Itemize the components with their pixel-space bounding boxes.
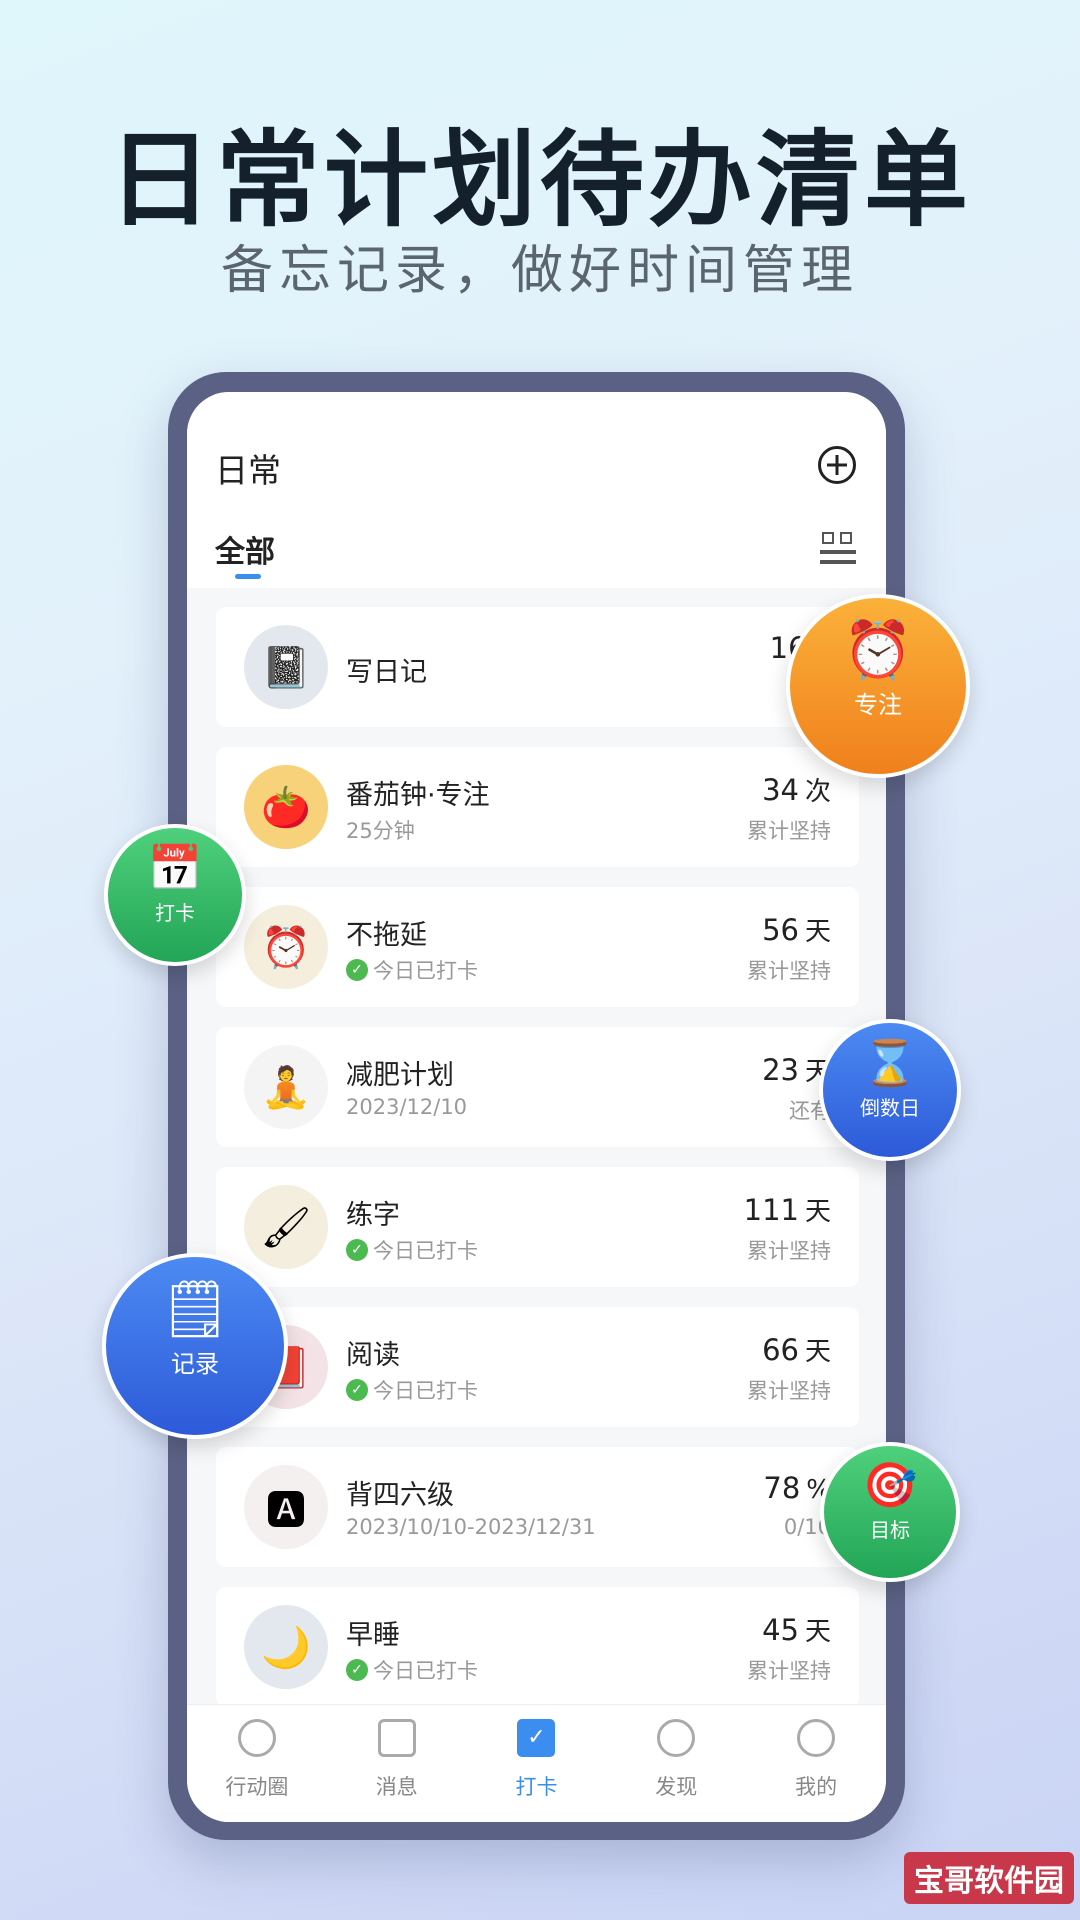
nav-label: 发现 [655, 1775, 698, 1799]
habit-name: 练字 [346, 1200, 400, 1231]
bottom-nav: 行动圈 消息 ✓ 打卡 发现 我的 [187, 1704, 886, 1822]
nav-label: 行动圈 [225, 1775, 289, 1799]
habit-card[interactable]: 🖌 练字 ✓ 今日已打卡 111 天 累计坚持 [216, 1167, 859, 1287]
message-icon [377, 1719, 416, 1757]
habit-value: 111 天 [743, 1193, 831, 1227]
chat-bubble-icon [237, 1719, 276, 1757]
add-icon[interactable] [818, 446, 856, 484]
habit-name: 阅读 [346, 1340, 400, 1371]
tab-indicator [235, 574, 261, 579]
habit-value: 66 天 [762, 1333, 831, 1367]
notebook-icon: 📓 [244, 625, 328, 709]
alarm-clock-icon: ⏰ [244, 905, 328, 989]
check-icon: ✓ [346, 1379, 368, 1401]
habit-sub: ✓ 今日已打卡 [346, 955, 478, 985]
habit-value: 45 天 [762, 1613, 831, 1647]
record-bubble: 🗒 记录 [102, 1253, 288, 1439]
habit-name: 减肥计划 [346, 1060, 454, 1091]
habit-card[interactable]: 🅰 背四六级 2023/10/10-2023/12/31 78% 0/10 [216, 1447, 859, 1567]
checkin-bubble: 📅 打卡 [104, 824, 246, 966]
hourglass-icon: ⌛ [862, 1037, 918, 1089]
check-icon: ✓ [346, 1239, 368, 1261]
layout-toggle-icon[interactable] [820, 532, 856, 564]
habit-card[interactable]: ⏰ 不拖延 ✓ 今日已打卡 56 天 累计坚持 [216, 887, 859, 1007]
nav-item-3[interactable]: 发现 [606, 1705, 746, 1822]
subheadline: 备忘记录，做好时间管理 [220, 241, 859, 301]
habit-sub: ✓ 今日已打卡 [346, 1375, 478, 1405]
habit-sub: ✓ 今日已打卡 [346, 1655, 478, 1685]
habit-sub: 25分钟 [346, 819, 415, 843]
compass-icon [657, 1719, 696, 1757]
calendar-check-icon: 📅 [147, 842, 203, 894]
focus-bubble: ⏰ 专注 [786, 594, 970, 778]
ab-book-icon: 🅰 [244, 1465, 328, 1549]
nav-label: 打卡 [515, 1775, 558, 1799]
tomato-clock-icon: 🍅 [244, 765, 328, 849]
habit-card[interactable]: 📓 写日记 166 累计 [216, 607, 859, 727]
app-screen: 日常 全部 📓 写日记 166 累计 🍅 番茄钟·专注 25分钟 34次 累计坚持… [187, 392, 886, 1822]
habit-card[interactable]: 🧘 减肥计划 2023/12/10 23 天 还有 [216, 1027, 859, 1147]
document-icon: 🗒 [159, 1276, 231, 1342]
user-icon [797, 1719, 836, 1757]
habit-value-label: 累计坚持 [747, 819, 831, 843]
habit-name: 不拖延 [346, 920, 427, 951]
nav-item-2[interactable]: ✓ 打卡 [467, 1705, 607, 1822]
habit-value-label: 累计坚持 [747, 1659, 831, 1683]
target-icon: 🎯 [862, 1460, 918, 1512]
habit-sub: ✓ 今日已打卡 [346, 1235, 478, 1265]
tab-all[interactable]: 全部 [215, 527, 275, 571]
watermark: 宝哥软件园 [904, 1852, 1074, 1904]
nav-item-4[interactable]: 我的 [746, 1705, 886, 1822]
habit-card[interactable]: 🌙 早睡 ✓ 今日已打卡 45 天 累计坚持 [216, 1587, 859, 1707]
habit-name: 背四六级 [346, 1480, 454, 1511]
yoga-icon: 🧘 [244, 1045, 328, 1129]
habit-sub: 2023/10/10-2023/12/31 [346, 1515, 596, 1539]
habit-card[interactable]: 📕 阅读 ✓ 今日已打卡 66 天 累计坚持 [216, 1307, 859, 1427]
nav-item-1[interactable]: 消息 [327, 1705, 467, 1822]
habit-sub: 2023/12/10 [346, 1095, 468, 1119]
habit-name: 番茄钟·专注 [346, 780, 490, 811]
moon-icon: 🌙 [244, 1605, 328, 1689]
check-icon: ✓ [346, 1659, 368, 1681]
habit-value-label: 累计坚持 [747, 1379, 831, 1403]
habit-value-label: 累计坚持 [747, 1239, 831, 1263]
page-title: 日常 [215, 451, 281, 490]
nav-item-0[interactable]: 行动圈 [187, 1705, 327, 1822]
nav-label: 消息 [375, 1775, 418, 1799]
habit-name: 写日记 [346, 657, 427, 688]
header: 日常 全部 [187, 392, 886, 588]
habit-value: 56 天 [762, 913, 831, 947]
habit-name: 早睡 [346, 1620, 400, 1651]
alarm-clock-icon: ⏰ [843, 617, 913, 683]
check-icon: ✓ [346, 959, 368, 981]
goal-bubble: 🎯 目标 [820, 1442, 960, 1582]
calendar-check-icon: ✓ [517, 1719, 556, 1757]
nav-label: 我的 [795, 1775, 838, 1799]
headline: 日常计划待办清单 [107, 119, 972, 241]
countdown-bubble: ⌛ 倒数日 [819, 1019, 961, 1161]
habit-card[interactable]: 🍅 番茄钟·专注 25分钟 34 次 累计坚持 [216, 747, 859, 867]
habit-value: 34 次 [762, 773, 831, 807]
phone-frame: 日常 全部 📓 写日记 166 累计 🍅 番茄钟·专注 25分钟 34次 累计坚持… [168, 372, 905, 1840]
habit-value-label: 累计坚持 [747, 959, 831, 983]
brush-icon: 🖌 [244, 1185, 328, 1269]
